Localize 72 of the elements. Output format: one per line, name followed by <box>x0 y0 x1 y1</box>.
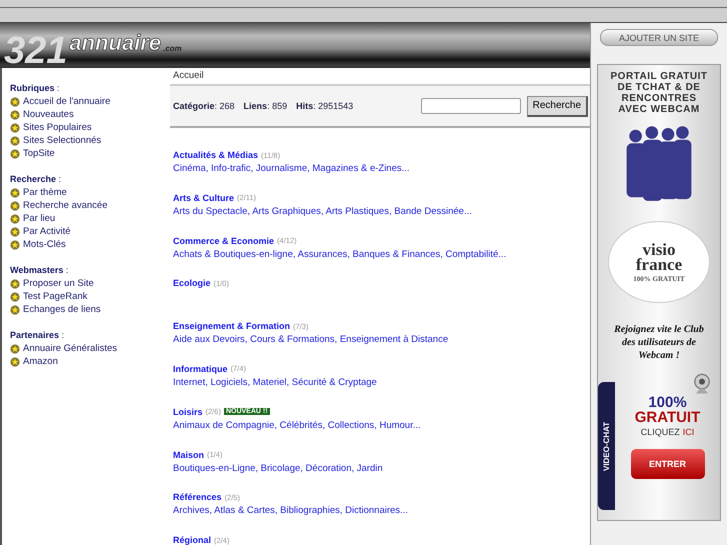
ad-slogan: Rejoignez vite le Club des utilisateurs de Webcam ! <box>613 323 705 362</box>
sidebar-link[interactable]: Par thème <box>23 187 67 198</box>
star-icon <box>10 136 20 146</box>
brand-text: france <box>636 256 682 272</box>
star-icon <box>10 110 20 120</box>
sidebar-link[interactable]: Recherche avancée <box>23 200 108 211</box>
star-icon <box>10 344 20 354</box>
add-site-button[interactable]: AJOUTER UN SITE <box>600 29 718 46</box>
sidebar-link[interactable]: Test PageRank <box>23 291 88 302</box>
subcategory-links[interactable]: Internet, Logiciels, Materiel, Sécurité & Cryptage <box>173 376 590 390</box>
star-icon <box>10 200 20 210</box>
subcategory-links[interactable]: Animaux de Compagnie, Célébrités, Collections, Humour... <box>173 418 590 433</box>
subcategory-links[interactable]: Achats & Boutiques-en-ligne, Assurances, Banques & Finances, Comptabilité... <box>173 248 590 262</box>
ad-headline: DE TCHAT & DE <box>616 82 702 93</box>
sidebar-link[interactable]: TopSite <box>23 148 55 159</box>
search-button[interactable]: Recherche <box>526 96 588 116</box>
star-icon <box>10 304 20 314</box>
side-tab: VIDEO-CHAT <box>598 382 615 510</box>
sidebar-link[interactable]: Annuaire Généralistes <box>23 343 117 354</box>
ad-headline: PORTAIL GRATUIT <box>610 71 708 82</box>
star-icon <box>10 188 20 198</box>
star-icon <box>10 96 20 106</box>
subcategory-links[interactable]: Cinéma, Info-trafic, Journalisme, Magazines & e-Zines... <box>173 162 590 176</box>
star-icon <box>10 240 20 250</box>
sidebar-link[interactable]: Sites Populaires <box>23 122 92 133</box>
star-icon <box>10 278 20 288</box>
category-link[interactable]: Commerce & Economie <box>173 236 274 246</box>
sidebar-heading: Webmasters : <box>10 264 70 277</box>
star-icon <box>10 122 20 132</box>
stat-text: Hits: 2951543 <box>296 101 354 111</box>
sidebar-link[interactable]: Accueil de l'annuaire <box>23 96 110 107</box>
click-highlight: ICI <box>682 427 694 437</box>
sidebar-heading: Partenaires : <box>10 329 66 342</box>
brand-text: visio <box>642 242 676 256</box>
category-link[interactable]: Loisirs <box>173 406 203 417</box>
sidebar-heading: Recherche : <box>10 173 62 186</box>
category-link[interactable]: Informatique <box>173 364 228 374</box>
category-link[interactable]: Arts & Culture <box>173 192 234 203</box>
sidebar-link[interactable]: Nouveautes <box>23 109 74 120</box>
stat-text: Catégorie: 268 <box>173 101 235 111</box>
ad-headline: AVEC WEBCAM <box>617 104 701 115</box>
enter-button[interactable]: ENTRER <box>630 449 704 479</box>
logo-suffix: .com <box>163 44 182 53</box>
search-field[interactable] <box>420 98 521 114</box>
category-link[interactable]: Actualités & Médias <box>173 150 258 160</box>
category-link[interactable]: Maison <box>173 450 204 460</box>
star-icon <box>10 214 20 224</box>
subcategory-links[interactable]: Archives, Atlas & Cartes, Bibliographies, Dictionnaires... <box>173 504 590 518</box>
click-text: CLIQUEZ <box>640 427 680 437</box>
category-link[interactable]: Ecologie <box>173 278 211 288</box>
star-icon <box>10 148 20 158</box>
category-link[interactable]: Références <box>173 492 222 502</box>
sidebar-link[interactable]: Par lieu <box>23 213 56 224</box>
star-icon <box>10 292 20 302</box>
stat-text: Liens: 859 <box>244 101 288 111</box>
star-icon <box>10 226 20 236</box>
sidebar-link[interactable]: Amazon <box>23 356 58 367</box>
sidebar-link[interactable]: Echanges de liens <box>23 304 101 315</box>
promo-percent: 100% <box>648 396 687 410</box>
category-link[interactable]: Régional <box>173 535 212 545</box>
ad-headline: RENCONTRES <box>620 93 698 104</box>
sidebar-link[interactable]: Sites Selectionnés <box>23 135 102 146</box>
category-link[interactable]: Enseignement & Formation <box>173 321 290 332</box>
subcategory-links[interactable]: Aide aux Devoirs, Cours & Formations, Enseignement à Distance <box>173 333 590 348</box>
sidebar-link[interactable]: Mots-Clés <box>23 239 66 250</box>
sidebar-link[interactable]: Par Activité <box>23 226 71 237</box>
sidebar-heading: Rubriques : <box>10 82 61 95</box>
promo-word: GRATUIT <box>634 410 700 425</box>
star-icon <box>10 356 20 366</box>
subcategory-links[interactable]: Arts du Spectacle, Arts Graphiques, Arts Plastiques, Bande Dessinée... <box>173 204 590 219</box>
sidebar-link[interactable]: Proposer un Site <box>23 278 94 289</box>
subcategory-links[interactable]: Boutiques-en-Ligne, Bricolage, Décoration, Jardin <box>173 462 590 476</box>
